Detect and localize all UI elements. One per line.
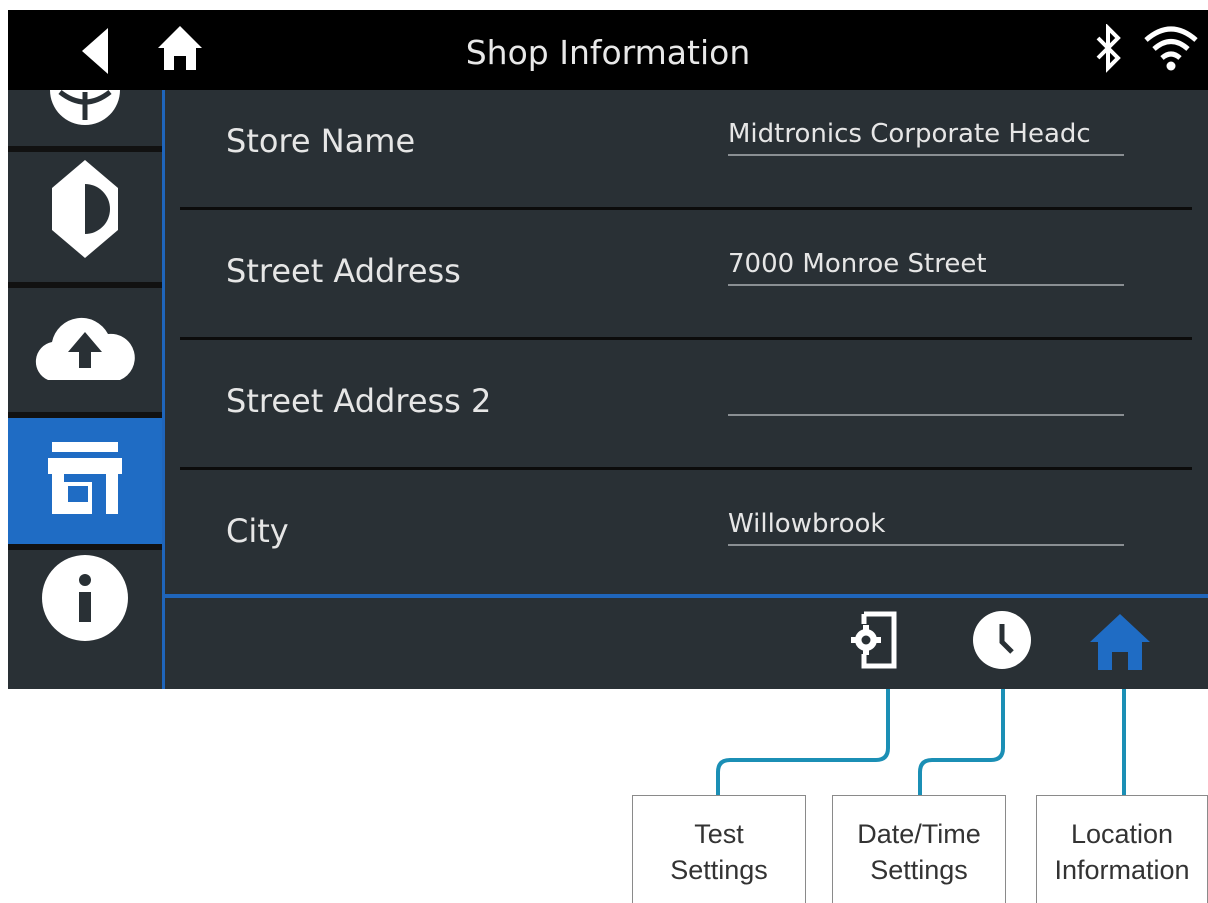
callout-line: Settings bbox=[870, 855, 968, 885]
callout-lines bbox=[716, 689, 1126, 795]
callout-line: Information bbox=[1054, 855, 1190, 885]
callout-date-time-settings: Date/Time Settings bbox=[832, 795, 1006, 903]
callout-line: Date/Time bbox=[857, 819, 981, 849]
callout-test-settings: Test Settings bbox=[632, 795, 806, 903]
callout-line: Test bbox=[694, 819, 744, 849]
callout-line: Location bbox=[1070, 819, 1174, 849]
callout-location-information: Location Information bbox=[1036, 795, 1208, 903]
callout-line: Settings bbox=[670, 855, 768, 885]
